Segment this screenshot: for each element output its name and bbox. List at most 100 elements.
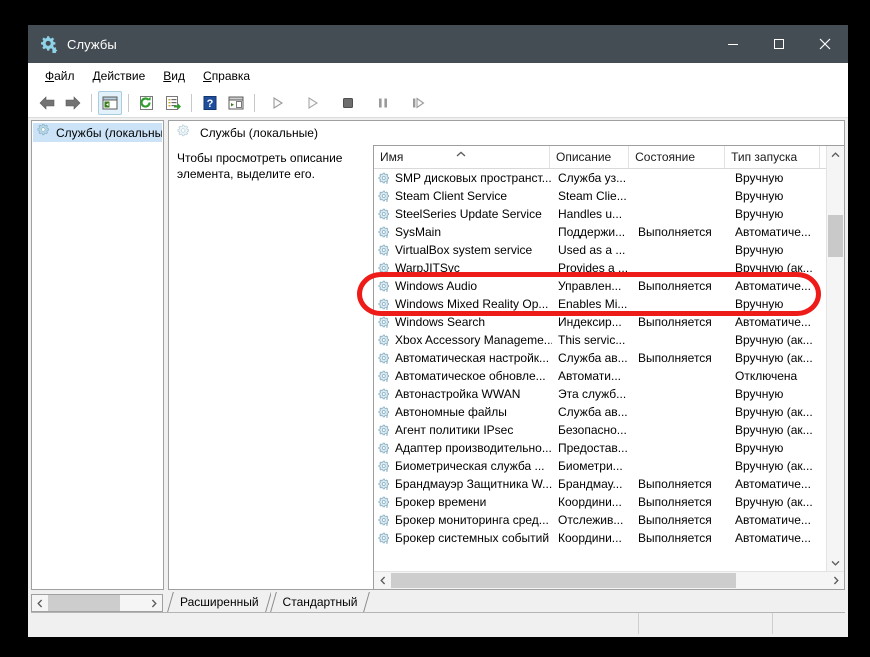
column-header-name[interactable]: Имя (374, 146, 550, 168)
table-row[interactable]: WarpJITSvc Provides a ... Вручную (ак... (374, 259, 826, 277)
tree-item-services-local[interactable]: Службы (локальны (33, 123, 162, 142)
table-row[interactable]: Автоматическая настройк... Служба ав... Вы… (374, 349, 826, 367)
list-horizontal-scrollbar[interactable] (374, 571, 844, 589)
scroll-right-arrow-icon[interactable] (827, 572, 844, 589)
scroll-left-arrow-icon[interactable] (374, 572, 391, 589)
menu-bar: Файл Действие Вид Справка (28, 63, 848, 89)
cell-service-name: Steam Client Service (374, 189, 552, 203)
table-row[interactable]: SteelSeries Update Service Handles u... Вр… (374, 205, 826, 223)
scroll-thumb[interactable] (828, 215, 843, 257)
cell-description: Управлен... (558, 279, 622, 293)
table-row[interactable]: SMP дисковых пространст... Служба уз... Вр… (374, 169, 826, 187)
service-name-label: SteelSeries Update Service (395, 207, 542, 221)
tab-extended[interactable]: Расширенный (168, 592, 271, 612)
tree-hscroll-thumb[interactable] (48, 595, 120, 611)
cell-description: Эта служб... (558, 387, 627, 401)
cell-description: Handles u... (558, 207, 623, 221)
cell-service-name: Брандмауэр Защитника W... (374, 477, 552, 491)
cell-service-name: Автоматическое обновле... (374, 369, 552, 383)
cell-startup-type: Автоматиче... (735, 225, 811, 239)
service-name-label: Адаптер производительно... (395, 441, 552, 455)
cell-state: Выполняется (638, 495, 712, 509)
cell-startup-type: Автоматиче... (735, 477, 811, 491)
minimize-button[interactable] (710, 25, 756, 63)
scroll-down-arrow-icon[interactable] (827, 554, 844, 571)
table-row[interactable]: Брокер мониторинга сред... Отслежив... Вып… (374, 511, 826, 529)
cell-startup-type: Вручную (735, 171, 784, 185)
cell-service-name: Windows Search (374, 315, 552, 329)
list-vertical-scrollbar[interactable] (826, 146, 844, 571)
tree-scroll-right-arrow-icon[interactable] (146, 599, 162, 608)
table-row[interactable]: Брандмауэр Защитника W... Брандмау... Выпо… (374, 475, 826, 493)
maximize-button[interactable] (756, 25, 802, 63)
menu-action[interactable]: Действие (84, 66, 155, 86)
table-row[interactable]: Автоматическое обновле... Автомати... Откл… (374, 367, 826, 385)
cell-service-name: WarpJITSvc (374, 261, 552, 275)
cell-service-name: SysMain (374, 225, 552, 239)
cell-description: Provides a ... (558, 261, 629, 275)
column-header-description[interactable]: Описание (550, 146, 630, 168)
services-gear-icon (177, 124, 191, 143)
service-name-label: Брандмауэр Защитника W... (395, 477, 552, 491)
service-name-label: Windows Mixed Reality Op... (395, 297, 549, 311)
cell-state: Выполняется (638, 315, 712, 329)
scroll-up-arrow-icon[interactable] (827, 146, 844, 163)
service-name-label: Автонастройка WWAN (395, 387, 521, 401)
menu-file[interactable]: Файл (36, 66, 84, 86)
table-row[interactable]: Адаптер производительно... Предостав... Вр… (374, 439, 826, 457)
table-row[interactable]: Windows Audio Управлен... Выполняется Автом… (374, 277, 826, 295)
table-row[interactable]: VirtualBox system service Used as a ... Вр… (374, 241, 826, 259)
back-arrow-icon[interactable] (35, 91, 59, 115)
cell-description: This servic... (558, 333, 626, 347)
hscroll-track[interactable] (391, 572, 827, 589)
cell-startup-type: Вручную (ак... (735, 351, 813, 365)
table-row[interactable]: Брокер времени Координи... Выполняется Вруч… (374, 493, 826, 511)
cell-startup-type: Вручную (735, 243, 784, 257)
services-gear-icon (37, 123, 51, 142)
cell-service-name: Xbox Accessory Manageme... (374, 333, 552, 347)
table-row[interactable]: Брокер системных событий Координи... Выпол… (374, 529, 826, 547)
tree-hscroll-track[interactable] (48, 595, 146, 611)
service-name-label: Windows Audio (395, 279, 478, 293)
close-button[interactable] (802, 25, 848, 63)
tree-scroll-left-arrow-icon[interactable] (32, 599, 48, 608)
refresh-icon[interactable] (135, 91, 159, 115)
table-row[interactable]: Steam Client Service Steam Clie... Вручную (374, 187, 826, 205)
tree-horizontal-scrollbar[interactable] (31, 594, 163, 612)
service-name-label: WarpJITSvc (395, 261, 460, 275)
toolbar: ? (28, 89, 848, 118)
pause-service-icon (371, 91, 395, 115)
table-row[interactable]: Автономные файлы Служба ав... Вручную (ак.… (374, 403, 826, 421)
menu-view[interactable]: Вид (154, 66, 194, 86)
sort-ascending-icon (456, 147, 467, 161)
cell-state: Выполняется (638, 513, 712, 527)
table-row[interactable]: Биометрическая служба ... Биометри... Вруч… (374, 457, 826, 475)
restart-service-icon (301, 91, 325, 115)
menu-file-rest: айл (54, 68, 75, 83)
column-header-startup[interactable]: Тип запуска (725, 146, 821, 168)
cell-startup-type: Вручную (735, 207, 784, 221)
tab-standard[interactable]: Стандартный (270, 592, 370, 612)
tab-extended-label: Расширенный (180, 595, 259, 609)
table-row[interactable]: Агент политики IPsec Безопасно... Вручную … (374, 421, 826, 439)
table-row[interactable]: Xbox Accessory Manageme... This servic...… (374, 331, 826, 349)
column-header-state[interactable]: Состояние (629, 146, 726, 168)
forward-arrow-icon[interactable] (61, 91, 85, 115)
scroll-track[interactable] (827, 163, 844, 554)
table-row[interactable]: SysMain Поддержи... Выполняется Автоматиче.… (374, 223, 826, 241)
menu-help[interactable]: Справка (194, 66, 259, 86)
show-hide-action-pane-icon[interactable] (224, 91, 248, 115)
table-row[interactable]: Автонастройка WWAN Эта служб... Вручную (374, 385, 826, 403)
menu-view-rest: ид (171, 68, 186, 83)
cell-startup-type: Автоматиче... (735, 513, 811, 527)
cell-state: Выполняется (638, 477, 712, 491)
cell-startup-type: Отключена (735, 369, 798, 383)
table-row[interactable]: Windows Search Индексир... Выполняется Авто… (374, 313, 826, 331)
show-hide-console-tree-icon[interactable] (98, 91, 122, 115)
hscroll-thumb[interactable] (391, 573, 736, 588)
window-title: Службы (67, 36, 117, 52)
export-list-icon[interactable] (161, 91, 185, 115)
help-icon[interactable]: ? (198, 91, 222, 115)
table-row[interactable]: Windows Mixed Reality Op... Enables Mi...… (374, 295, 826, 313)
cell-description: Биометри... (558, 459, 623, 473)
